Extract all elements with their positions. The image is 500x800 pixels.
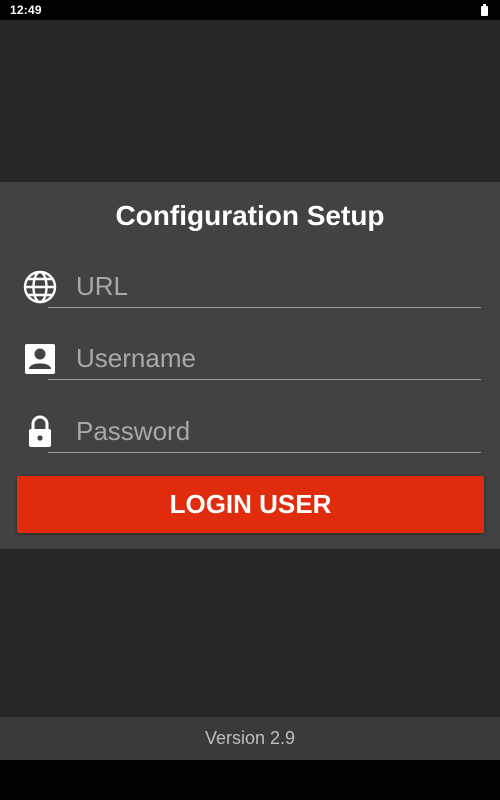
lock-icon [20,413,60,449]
username-field[interactable] [20,336,481,380]
url-input[interactable] [76,264,476,308]
username-input[interactable] [76,336,476,380]
username-underline [48,379,481,380]
password-field[interactable] [20,409,481,453]
login-user-button[interactable]: LOGIN USER [17,476,484,533]
battery-full-icon [481,4,488,16]
account-box-icon [20,340,60,376]
globe-icon [20,268,60,304]
url-underline [48,307,481,308]
version-label: Version 2.9 [204,728,296,748]
footer: Version 2.9 [0,717,500,760]
password-underline [48,452,481,453]
password-input[interactable] [76,409,476,453]
page-title: Configuration Setup [115,200,385,231]
url-field[interactable] [20,264,481,308]
status-bar: 12:49 [0,0,500,20]
status-time: 12:49 [10,3,42,17]
navigation-bar [0,760,500,800]
